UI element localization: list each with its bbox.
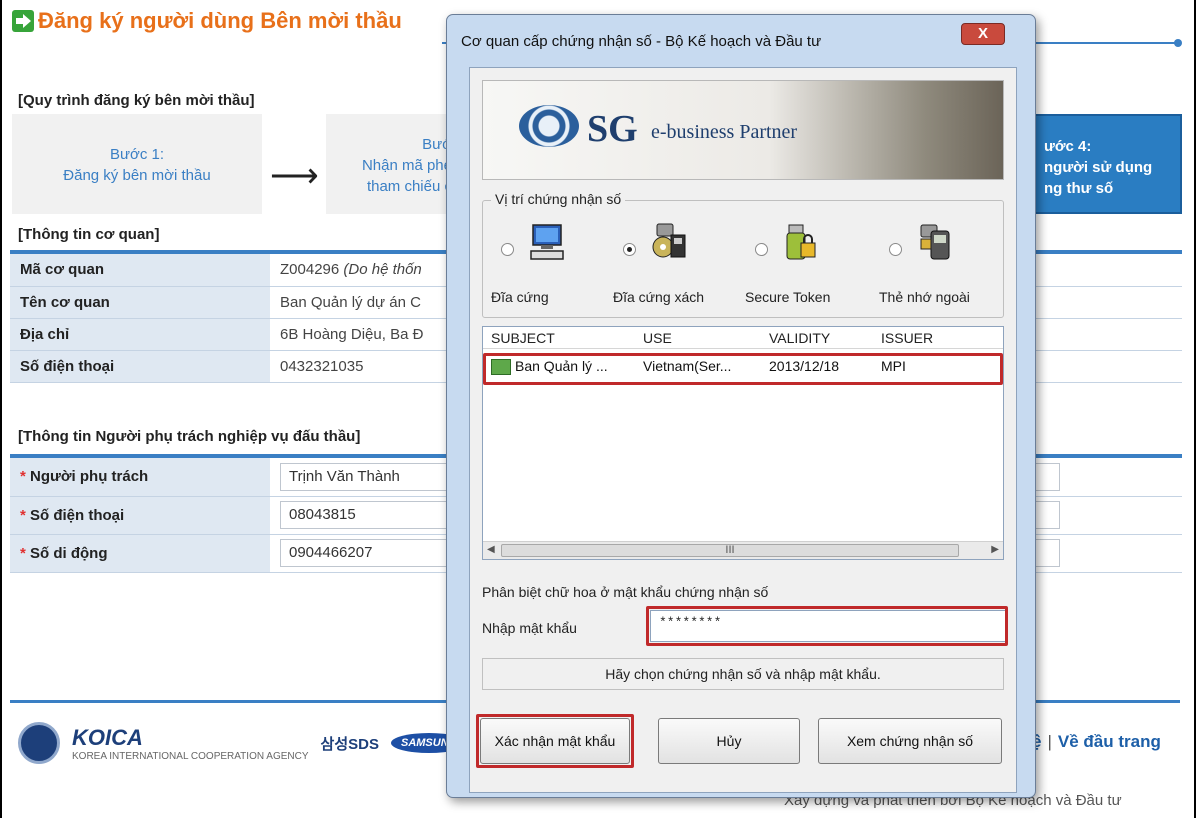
location-hard-disk-label: Đĩa cứng bbox=[491, 289, 549, 305]
person-phone-label-text: Số điện thoại bbox=[30, 506, 125, 524]
horizontal-scrollbar[interactable]: ◀ III ▶ bbox=[483, 541, 1003, 559]
location-hard-disk[interactable]: Đĩa cứng bbox=[485, 219, 615, 315]
status-message: Hãy chọn chứng nhận số và nhập mật khẩu. bbox=[482, 658, 1004, 690]
required-mark: * bbox=[20, 468, 31, 486]
step-4: ước 4: người sử dụng ng thư số bbox=[1032, 114, 1182, 214]
radio-hard-disk[interactable] bbox=[501, 243, 514, 256]
step-1-number: Bước 1: bbox=[109, 146, 165, 163]
org-code-label: Mã cơ quan bbox=[10, 254, 270, 287]
org-code-note: (Do hệ thốn bbox=[343, 261, 422, 279]
sg-eye-logo-icon bbox=[519, 105, 579, 147]
certificate-dialog: Cơ quan cấp chứng nhận số - Bộ Kế hoạch … bbox=[446, 14, 1036, 798]
computer-icon bbox=[530, 224, 564, 260]
location-secure-token[interactable]: Secure Token bbox=[739, 219, 869, 315]
footer-link-separator: | bbox=[1047, 732, 1052, 751]
scroll-right-icon[interactable]: ▶ bbox=[991, 544, 999, 555]
memory-card-icon bbox=[920, 224, 950, 260]
dialog-title: Cơ quan cấp chứng nhận số - Bộ Kế hoạch … bbox=[461, 33, 822, 50]
org-phone-label: Số điện thoại bbox=[10, 350, 270, 383]
scroll-thumb[interactable]: III bbox=[501, 544, 959, 557]
secure-token-icon bbox=[786, 224, 816, 260]
person-name-label-text: Người phụ trách bbox=[30, 468, 149, 486]
title-divider-dot bbox=[1174, 39, 1182, 47]
samsung-sds-logo: 삼성SDS bbox=[320, 735, 379, 753]
col-subject[interactable]: SUBJECT bbox=[491, 330, 555, 346]
close-button[interactable]: X bbox=[961, 23, 1005, 45]
view-certificate-button[interactable]: Xem chứng nhận số bbox=[818, 718, 1002, 764]
step-1-text: Đăng ký bên mời thầu bbox=[63, 167, 211, 184]
org-name-label: Tên cơ quan bbox=[10, 286, 270, 319]
koica-logo: KOICA KOREA INTERNATIONAL COOPERATION AG… bbox=[72, 725, 309, 762]
sg-brand: SG bbox=[587, 108, 638, 150]
password-label: Nhập mật khẩu bbox=[482, 620, 577, 636]
mpi-logo bbox=[18, 722, 60, 764]
sg-tagline: e-business Partner bbox=[651, 121, 798, 143]
koica-logo-text: KOICA bbox=[72, 724, 143, 750]
org-section-label: [Thông tin cơ quan] bbox=[18, 226, 160, 243]
col-use[interactable]: USE bbox=[643, 330, 672, 346]
radio-secure-token[interactable] bbox=[755, 243, 768, 256]
location-secure-token-label: Secure Token bbox=[745, 289, 831, 305]
col-issuer[interactable]: ISSUER bbox=[881, 330, 933, 346]
location-memory-card[interactable]: Thẻ nhớ ngoài bbox=[873, 219, 1003, 315]
footer-links: ệ | Về đầu trang bbox=[1032, 732, 1161, 752]
location-memory-card-label: Thẻ nhớ ngoài bbox=[879, 289, 970, 305]
page-title-text: Đăng ký người dùng Bên mời thầu bbox=[38, 8, 402, 33]
certificate-row-highlight bbox=[483, 353, 1003, 385]
case-sensitive-note: Phân biệt chữ hoa ở mật khẩu chứng nhận … bbox=[482, 584, 769, 600]
step-arrow-icon: ⟶ bbox=[270, 157, 319, 195]
partner-logos: KOICA KOREA INTERNATIONAL COOPERATION AG… bbox=[18, 722, 468, 764]
required-mark: * bbox=[20, 506, 31, 524]
cancel-button[interactable]: Hủy bbox=[658, 718, 800, 764]
koica-logo-subtext: KOREA INTERNATIONAL COOPERATION AGENCY bbox=[72, 750, 309, 762]
person-section-label: [Thông tin Người phụ trách nghiệp vụ đấu… bbox=[18, 428, 361, 445]
location-removable-disk-label: Đĩa cứng xách bbox=[613, 289, 705, 305]
certificate-list-header: SUBJECT USE VALIDITY ISSUER bbox=[483, 327, 1003, 349]
cert-location-group: Vị trí chứng nhận số Đĩa cứng Đĩa cứng x… bbox=[482, 191, 1004, 318]
certificate-list[interactable]: SUBJECT USE VALIDITY ISSUER Ban Quản lý … bbox=[482, 326, 1004, 560]
password-highlight bbox=[646, 606, 1008, 646]
cert-location-legend: Vị trí chứng nhận số bbox=[491, 191, 626, 207]
confirm-button-highlight bbox=[476, 714, 634, 768]
radio-removable-disk[interactable] bbox=[623, 243, 636, 256]
radio-memory-card[interactable] bbox=[889, 243, 902, 256]
step-2-number: Bướ bbox=[422, 136, 452, 153]
page-title: Đăng ký người dùng Bên mời thầu bbox=[12, 8, 402, 34]
footer-link-top[interactable]: Về đầu trang bbox=[1058, 732, 1161, 751]
org-code-text: Z004296 bbox=[280, 261, 344, 279]
step-4-text-2: ng thư số bbox=[1044, 180, 1114, 197]
step-2: Bướ Nhận mã phé tham chiếu c bbox=[326, 114, 452, 214]
col-validity[interactable]: VALIDITY bbox=[769, 330, 830, 346]
sg-banner: SG e-business Partner bbox=[482, 80, 1004, 180]
step-2-text-1: Nhận mã phé bbox=[361, 157, 452, 174]
required-mark: * bbox=[20, 544, 31, 562]
dialog-body: SG e-business Partner Vị trí chứng nhận … bbox=[469, 67, 1017, 793]
step-4-text-1: người sử dụng bbox=[1044, 159, 1153, 176]
person-phone-label: * Số điện thoại bbox=[10, 496, 270, 535]
process-section-label: [Quy trình đăng ký bên mời thầu] bbox=[18, 92, 255, 109]
usb-disk-icon bbox=[652, 223, 686, 258]
scroll-left-icon[interactable]: ◀ bbox=[487, 544, 495, 555]
arrow-right-icon bbox=[12, 10, 34, 32]
step-2-text-2: tham chiếu c bbox=[366, 178, 452, 195]
step-4-number: ước 4: bbox=[1044, 138, 1092, 155]
step-1: Bước 1: Đăng ký bên mời thầu bbox=[12, 114, 262, 214]
person-name-label: * Người phụ trách bbox=[10, 458, 270, 497]
location-removable-disk[interactable]: Đĩa cứng xách bbox=[607, 219, 737, 315]
person-mobile-label: * Số di động bbox=[10, 534, 270, 573]
person-mobile-label-text: Số di động bbox=[30, 544, 108, 562]
org-address-label: Địa chỉ bbox=[10, 318, 270, 351]
